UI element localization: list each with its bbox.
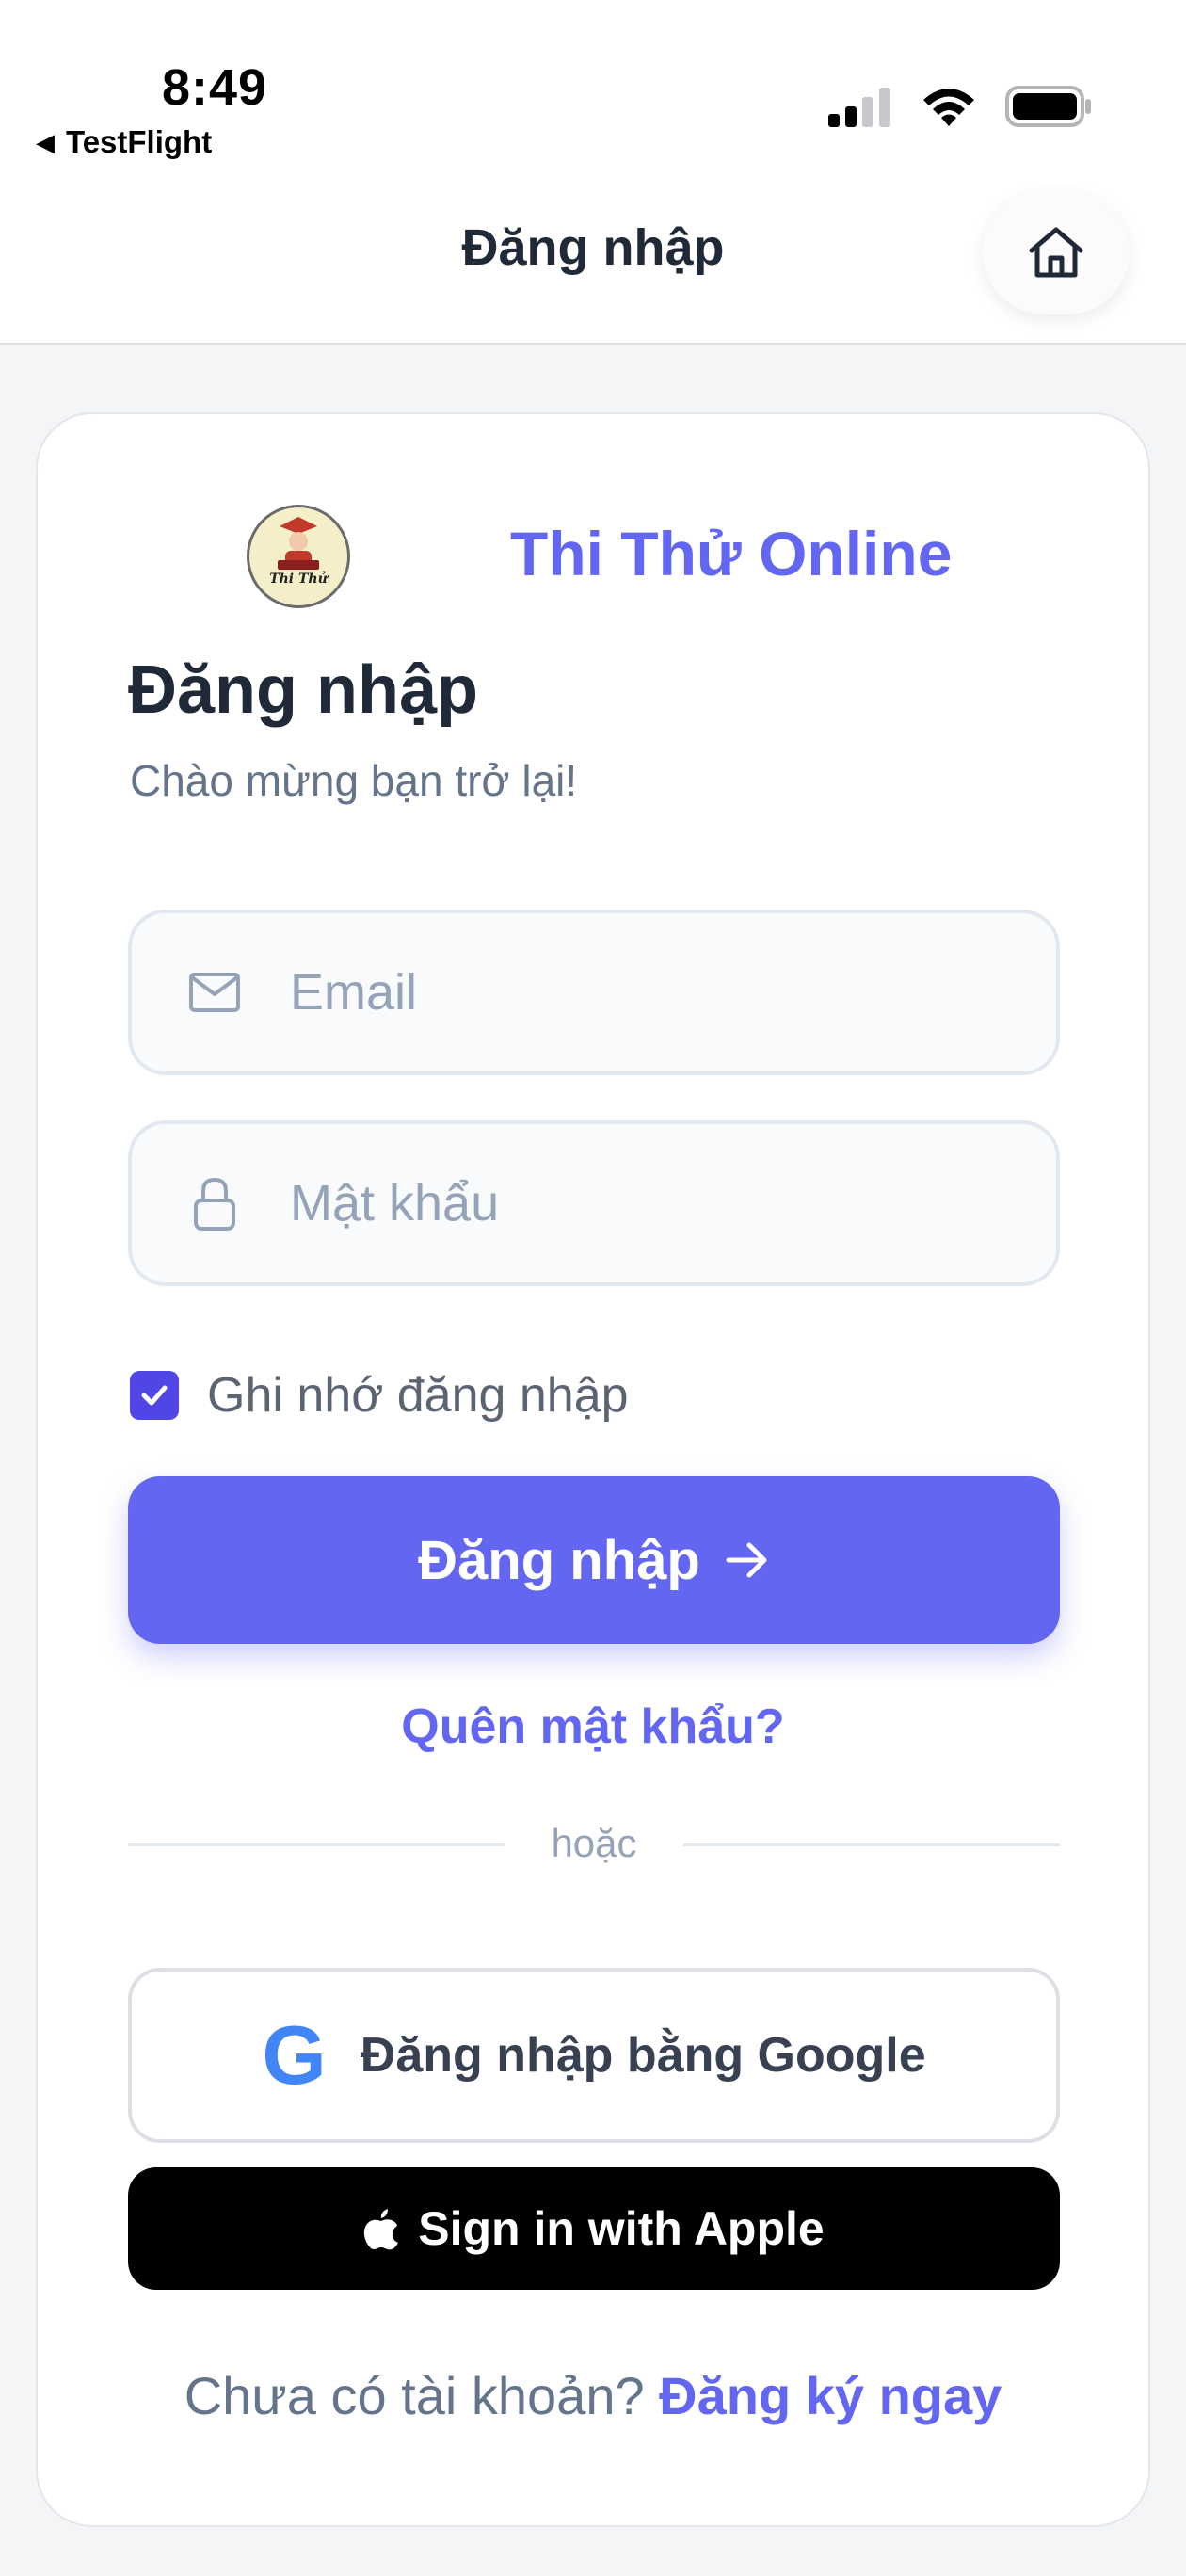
email-input[interactable]	[290, 963, 1024, 1022]
forgot-password-link[interactable]: Quên mật khẩu?	[38, 1699, 1148, 1755]
divider-line-right	[683, 1843, 1060, 1846]
arrow-right-icon	[726, 1542, 767, 1578]
checkmark-icon	[141, 1385, 168, 1406]
signup-question: Chưa có tài khoản?	[184, 2366, 645, 2425]
apple-signin-label: Sign in with Apple	[418, 2202, 825, 2255]
logo-text: Thi Thử	[269, 572, 328, 587]
wifi-icon	[923, 89, 974, 126]
remember-me[interactable]: Ghi nhớ đăng nhập	[130, 1367, 629, 1424]
battery-icon	[1005, 86, 1091, 127]
email-field[interactable]	[128, 910, 1060, 1075]
signup-prompt: Chưa có tài khoản? Đăng ký ngay	[38, 2365, 1148, 2426]
password-field[interactable]	[128, 1120, 1060, 1286]
login-button-label: Đăng nhập	[418, 1529, 700, 1591]
google-signin-button[interactable]: G Đăng nhập bằng Google	[128, 1968, 1060, 2143]
app-logo: Thi Thử	[247, 505, 350, 608]
remember-label: Ghi nhớ đăng nhập	[207, 1368, 629, 1423]
lock-icon	[139, 1176, 290, 1231]
back-to-testflight[interactable]: ◀ TestFlight	[36, 124, 212, 160]
login-heading: Đăng nhập	[128, 652, 478, 728]
graduate-mascot-icon	[278, 517, 319, 570]
login-subtitle: Chào mừng bạn trở lại!	[130, 756, 578, 805]
status-time: 8:49	[162, 59, 268, 116]
status-icons	[828, 85, 1092, 128]
apple-logo-icon	[364, 2209, 399, 2250]
password-input[interactable]	[290, 1174, 1024, 1232]
home-button[interactable]	[983, 190, 1130, 314]
envelope-icon	[139, 972, 290, 1013]
apple-signin-button[interactable]: Sign in with Apple	[128, 2167, 1060, 2290]
cellular-signal-icon	[828, 88, 890, 127]
status-bar: 8:49 ◀ TestFlight	[0, 0, 1186, 179]
google-signin-label: Đăng nhập bằng Google	[360, 2028, 926, 2083]
back-app-label: TestFlight	[66, 124, 213, 159]
navigation-bar: Đăng nhập	[0, 179, 1186, 345]
back-triangle-icon: ◀	[36, 127, 55, 156]
login-button[interactable]: Đăng nhập	[128, 1476, 1060, 1644]
home-icon	[1029, 227, 1083, 278]
login-screen: 8:49 ◀ TestFlight Đăng nhập Thi Thử Thi …	[0, 0, 1186, 2576]
signup-link[interactable]: Đăng ký ngay	[659, 2366, 1002, 2425]
brand-name: Thi Thử Online	[510, 519, 953, 588]
google-icon: G	[262, 2008, 327, 2101]
login-card: Thi Thử Thi Thử Online Đăng nhập Chào mừ…	[36, 412, 1150, 2527]
brand-header: Thi Thử Thi Thử Online	[247, 505, 952, 608]
or-divider: hoặc	[128, 1817, 1060, 1874]
remember-checkbox[interactable]	[130, 1371, 179, 1420]
